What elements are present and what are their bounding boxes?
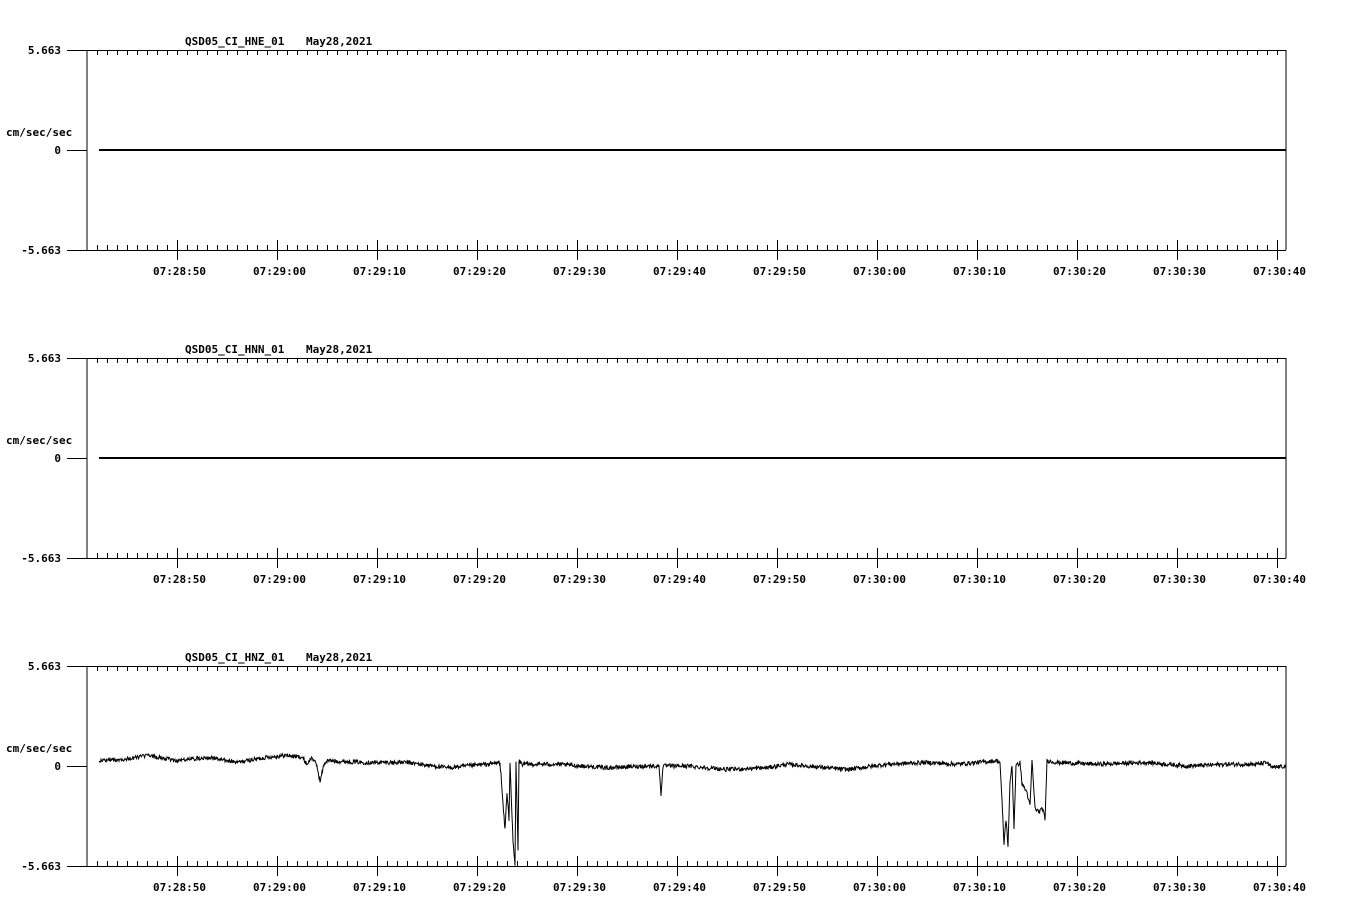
panel-date: May28,2021 [306,651,373,664]
x-tick-label: 07:29:50 [753,573,806,586]
x-tick-label: 07:29:50 [753,881,806,894]
y-tick-label: 5.663 [28,352,61,365]
x-tick-label: 07:29:00 [253,573,306,586]
x-tick-label: 07:30:20 [1053,265,1106,278]
y-tick-label: 0 [54,760,61,773]
x-tick-label: 07:29:20 [453,881,506,894]
x-tick-label: 07:30:40 [1253,265,1306,278]
panel-title: QSD05_CI_HNE_01 [185,35,285,48]
x-tick-label: 07:30:10 [953,265,1006,278]
panel-date: May28,2021 [306,343,373,356]
x-tick-label: 07:29:20 [453,573,506,586]
x-tick-label: 07:30:20 [1053,573,1106,586]
y-tick-label: 5.663 [28,660,61,673]
panel-1: 5.663 0 -5.663 cm/sec/sec QSD05_CI_HNE_01 May… [6,35,1306,278]
y-tick-label: 0 [54,144,61,157]
x-tick-label: 07:28:50 [153,265,206,278]
y-tick-label: 0 [54,452,61,465]
y-tick-label: -5.663 [21,552,61,565]
x-tick-label: 07:30:00 [853,881,906,894]
x-tick-label: 07:29:00 [253,265,306,278]
x-tick-label: 07:30:10 [953,881,1006,894]
y-axis-label: cm/sec/sec [6,126,72,139]
x-tick-label: 07:29:10 [353,881,406,894]
x-tick-label: 07:30:30 [1153,881,1206,894]
x-tick-label: 07:29:30 [553,881,606,894]
x-tick-label: 07:29:30 [553,573,606,586]
panel-3: 5.663 0 -5.663 cm/sec/sec QSD05_CI_HNZ_01 May… [6,651,1306,894]
x-tick-label: 07:29:10 [353,265,406,278]
x-tick-label: 07:30:00 [853,265,906,278]
x-tick-label: 07:30:30 [1153,573,1206,586]
y-axis-label: cm/sec/sec [6,434,72,447]
x-tick-label: 07:29:00 [253,881,306,894]
panel-title: QSD05_CI_HNZ_01 [185,651,285,664]
x-tick-label: 07:30:00 [853,573,906,586]
x-tick-label: 07:28:50 [153,881,206,894]
y-tick-label: 5.663 [28,44,61,57]
x-tick-label: 07:30:30 [1153,265,1206,278]
x-tick-label: 07:29:40 [653,265,706,278]
panel-2: 5.663 0 -5.663 cm/sec/sec QSD05_CI_HNN_01 May… [6,343,1306,586]
x-tick-label: 07:30:10 [953,573,1006,586]
panel-date: May28,2021 [306,35,373,48]
x-tick-label: 07:30:40 [1253,881,1306,894]
x-tick-label: 07:28:50 [153,573,206,586]
x-tick-label: 07:29:40 [653,881,706,894]
y-axis-label: cm/sec/sec [6,742,72,755]
x-tick-label: 07:29:40 [653,573,706,586]
panel-title: QSD05_CI_HNN_01 [185,343,285,356]
x-tick-label: 07:30:20 [1053,881,1106,894]
seismogram-figure: 5.663 0 -5.663 cm/sec/sec QSD05_CI_HNE_01 May… [6,35,1306,894]
y-tick-label: -5.663 [21,244,61,257]
x-tick-label: 07:29:20 [453,265,506,278]
y-tick-label: -5.663 [21,860,61,873]
x-tick-label: 07:30:40 [1253,573,1306,586]
x-tick-label: 07:29:50 [753,265,806,278]
waveform-trace [98,752,1287,866]
x-tick-label: 07:29:10 [353,573,406,586]
x-tick-label: 07:29:30 [553,265,606,278]
